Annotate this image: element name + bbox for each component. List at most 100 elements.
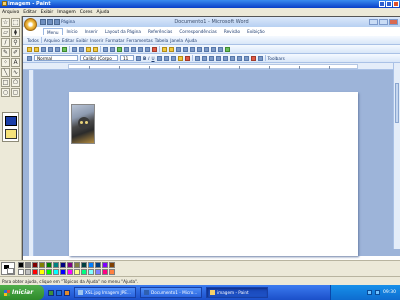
tab-revisao[interactable]: Revisão	[221, 28, 243, 35]
italic-button[interactable]: I	[148, 56, 149, 61]
horizontal-ruler[interactable]	[68, 64, 358, 69]
undo-icon[interactable]	[47, 19, 53, 25]
menu-inserir-word[interactable]: Inserir	[90, 38, 103, 43]
new-document-icon[interactable]	[27, 46, 32, 52]
color-swatch[interactable]	[81, 262, 87, 268]
cut-icon[interactable]	[72, 46, 77, 52]
rect-select-icon[interactable]: ⬚	[11, 18, 20, 27]
hyperlink-icon[interactable]	[117, 46, 122, 52]
brush-icon[interactable]: ✐	[11, 48, 20, 57]
redo-icon[interactable]	[54, 19, 60, 25]
menu-exibir-word[interactable]: Exibir	[76, 38, 88, 43]
font-size-dropdown[interactable]: 11	[120, 55, 134, 61]
spelling-icon[interactable]	[62, 46, 67, 52]
pencil-icon[interactable]: ✎	[1, 48, 10, 57]
zoom-icon[interactable]	[225, 46, 230, 52]
color-swatch[interactable]	[88, 262, 94, 268]
drawing-icon[interactable]	[138, 46, 143, 52]
line-icon[interactable]: ╲	[1, 68, 10, 77]
color-swatch[interactable]	[109, 269, 115, 275]
color-swatch[interactable]	[102, 262, 108, 268]
increase-indent-icon[interactable]	[218, 46, 223, 52]
word-minimize-button[interactable]	[369, 19, 378, 25]
borders-icon[interactable]	[257, 55, 263, 61]
color-swatch[interactable]	[74, 262, 80, 268]
menu-arquivo[interactable]: Arquivo	[2, 10, 19, 15]
word-maximize-button[interactable]	[379, 19, 388, 25]
color-swatch[interactable]	[102, 269, 108, 275]
underline-button[interactable]: U	[151, 56, 154, 61]
scrollbar-thumb[interactable]	[395, 83, 399, 123]
vertical-ruler[interactable]	[29, 70, 34, 256]
menu-arquivo-word[interactable]: Arquivo	[44, 38, 60, 43]
undo-doc-icon[interactable]	[103, 46, 108, 52]
color-swatch[interactable]	[95, 269, 101, 275]
color-swatch[interactable]	[39, 262, 45, 268]
text-icon[interactable]: A	[11, 58, 20, 67]
magnifier-icon[interactable]: ⚲	[11, 38, 20, 47]
menu-janela-word[interactable]: Janela	[170, 38, 183, 43]
opaque-option-icon[interactable]	[5, 116, 17, 126]
show-desktop-icon[interactable]	[48, 289, 54, 296]
color-swatch[interactable]	[32, 269, 38, 275]
color-swatch[interactable]	[25, 269, 31, 275]
outdent-icon[interactable]	[236, 55, 242, 61]
menu-imagem[interactable]: Imagem	[57, 10, 75, 15]
shading-icon[interactable]	[250, 55, 256, 61]
color-swatch[interactable]	[18, 262, 24, 268]
tab-exibicao[interactable]: Exibição	[244, 28, 268, 35]
ellipse-icon[interactable]: ○	[1, 88, 10, 97]
menu-todos[interactable]: Todos	[27, 38, 39, 43]
media-icon[interactable]	[64, 289, 70, 296]
maximize-button[interactable]	[386, 1, 392, 7]
align-center-icon[interactable]	[169, 46, 174, 52]
decrease-indent-icon[interactable]	[211, 46, 216, 52]
format-painter-icon[interactable]	[93, 46, 98, 52]
vertical-scrollbar[interactable]	[393, 63, 400, 249]
save-icon[interactable]	[40, 19, 46, 25]
line-spacing-icon[interactable]	[190, 46, 195, 52]
align-right-icon[interactable]	[176, 46, 181, 52]
paint-canvas[interactable]: Documento1 - Microsoft Word Página Menu …	[22, 16, 400, 260]
inserted-picture[interactable]	[71, 104, 95, 144]
redo-doc-icon[interactable]	[110, 46, 115, 52]
open-folder-icon[interactable]	[34, 46, 39, 52]
transparent-option-icon[interactable]	[5, 129, 17, 139]
bold-button[interactable]: B	[143, 56, 146, 61]
superscript-icon[interactable]	[170, 55, 176, 61]
table-icon[interactable]	[124, 46, 129, 52]
document-page[interactable]	[69, 92, 358, 256]
polygon-icon[interactable]: ⬠	[11, 78, 20, 87]
tab-menu[interactable]: Menu	[43, 28, 63, 35]
color-swatch[interactable]	[60, 269, 66, 275]
align-left-2-icon[interactable]	[194, 55, 200, 61]
color-swatch[interactable]	[95, 262, 101, 268]
show-hide-icon[interactable]	[152, 46, 157, 52]
color-picker-icon[interactable]: ∕	[1, 38, 10, 47]
tool-options-box[interactable]	[2, 112, 19, 142]
justify-2-icon[interactable]	[215, 55, 221, 61]
color-swatch[interactable]	[81, 269, 87, 275]
fill-bucket-icon[interactable]: ⧫	[11, 28, 20, 37]
color-swatch[interactable]	[53, 269, 59, 275]
background-color[interactable]	[7, 268, 14, 274]
taskbar-button-word[interactable]: Documento1 - Micro...	[140, 287, 202, 298]
numbering-2-icon[interactable]	[229, 55, 235, 61]
numbering-icon[interactable]	[197, 46, 202, 52]
start-button[interactable]: Iniciar	[0, 285, 44, 300]
style-dropdown[interactable]: Normal	[34, 55, 78, 61]
menu-editar[interactable]: Editar	[23, 10, 36, 15]
browser-icon[interactable]	[56, 289, 62, 296]
menu-cores[interactable]: Cores	[80, 10, 93, 15]
taskbar-button-xsl-image[interactable]: XSL.jpg Imagem JPE...	[74, 287, 136, 298]
color-swatch[interactable]	[67, 269, 73, 275]
align-left-icon[interactable]	[162, 46, 167, 52]
tab-referencias[interactable]: Referências	[145, 28, 175, 35]
current-colors-box[interactable]	[1, 262, 15, 275]
color-swatch[interactable]	[39, 269, 45, 275]
menu-editar-word[interactable]: Editar	[62, 38, 74, 43]
curve-icon[interactable]: ∿	[11, 68, 20, 77]
strikethrough-icon[interactable]	[156, 55, 162, 61]
menu-tabela-word[interactable]: Tabela	[155, 38, 168, 43]
color-swatch[interactable]	[46, 262, 52, 268]
